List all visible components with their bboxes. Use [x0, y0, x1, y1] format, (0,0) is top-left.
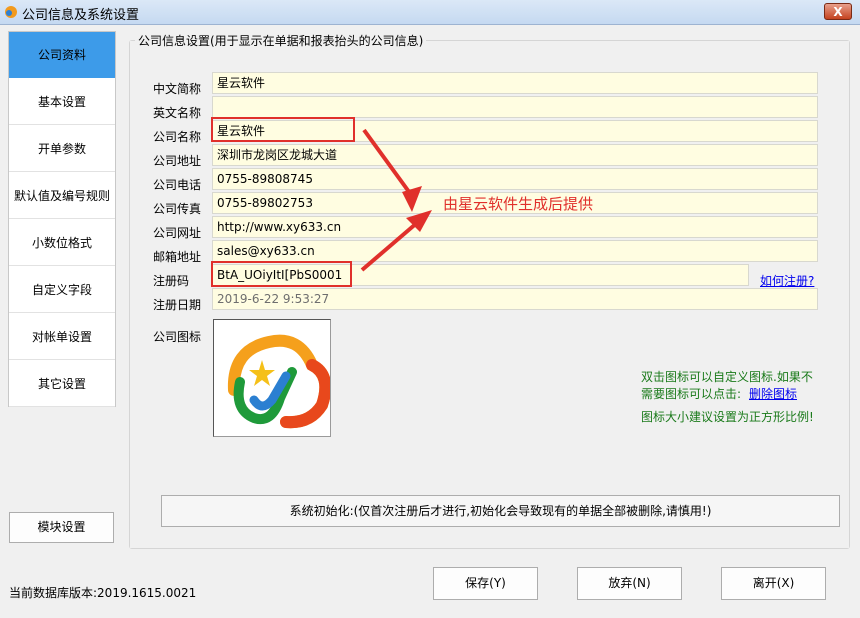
label-logo: 公司图标	[153, 330, 202, 344]
exit-button[interactable]: 离开(X)	[721, 567, 826, 600]
delete-logo-link[interactable]: 删除图标	[749, 385, 797, 402]
annotation-text: 由星云软件生成后提供	[443, 195, 594, 213]
db-version: 当前数据库版本:2019.1615.0021	[9, 586, 197, 600]
system-init-button[interactable]: 系统初始化:(仅首次注册后才进行,初始化会导致现有的单据全部被删除,请慎用!)	[161, 495, 840, 527]
logo-hint-line2: 需要图标可以点击:	[641, 387, 742, 401]
company-logo[interactable]	[213, 319, 332, 437]
logo-hint-line3: 图标大小建议设置为正方形比例!	[641, 410, 814, 424]
save-button[interactable]: 保存(Y)	[433, 567, 538, 600]
logo-image	[227, 334, 332, 429]
logo-hint-line1: 双击图标可以自定义图标.如果不	[641, 370, 813, 384]
cancel-button[interactable]: 放弃(N)	[577, 567, 682, 600]
